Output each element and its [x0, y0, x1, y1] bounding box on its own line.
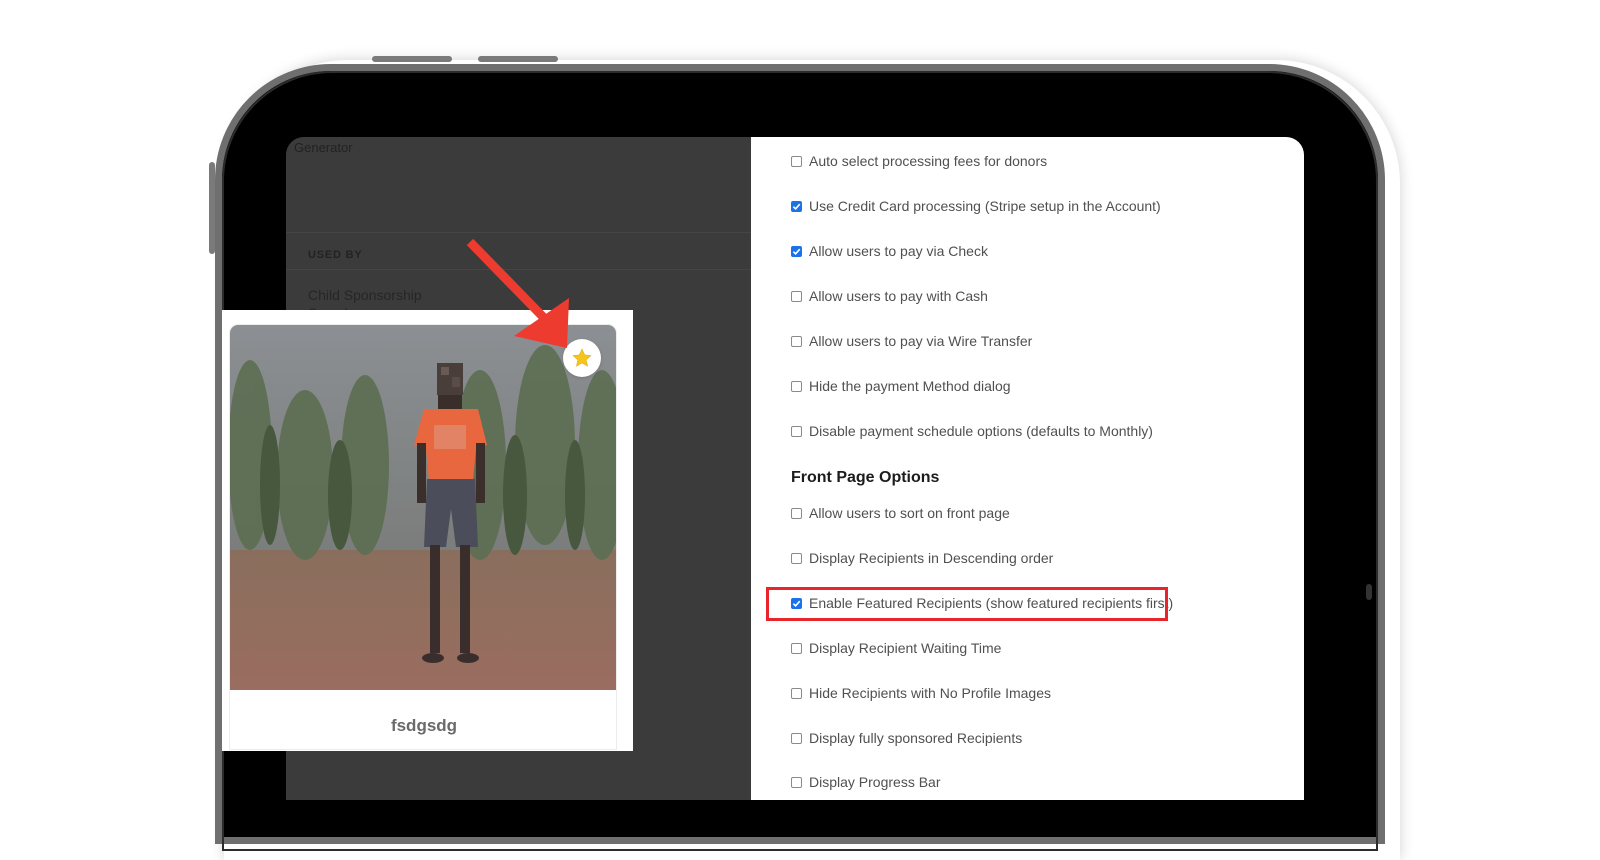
volume-button [372, 56, 452, 62]
used-by-label: USED BY [308, 249, 363, 261]
option-hide-no-images[interactable]: Hide Recipients with No Profile Images [791, 685, 1051, 701]
divider [286, 269, 751, 270]
option-label: Hide Recipients with No Profile Images [809, 685, 1051, 701]
checkbox[interactable] [791, 245, 802, 257]
star-icon [572, 348, 592, 367]
checkbox[interactable] [791, 380, 802, 392]
option-label: Display Recipients in Descending order [809, 550, 1054, 566]
checkbox[interactable] [791, 200, 802, 212]
checkbox[interactable] [791, 425, 802, 437]
option-fully-sponsored[interactable]: Display fully sponsored Recipients [791, 730, 1022, 746]
option-label: Display Progress Bar [809, 774, 941, 790]
settings-panel: Auto select processing fees for donors U… [751, 137, 1304, 800]
option-auto-select-fees[interactable]: Auto select processing fees for donors [791, 153, 1047, 169]
checkbox[interactable] [791, 642, 802, 654]
option-allow-sort[interactable]: Allow users to sort on front page [791, 505, 1010, 521]
side-sensor [1366, 584, 1372, 600]
checkbox[interactable] [791, 507, 802, 519]
option-wire-transfer[interactable]: Allow users to pay via Wire Transfer [791, 333, 1032, 349]
option-credit-card[interactable]: Use Credit Card processing (Stripe setup… [791, 198, 1161, 214]
option-hide-payment-dialog[interactable]: Hide the payment Method dialog [791, 378, 1011, 394]
recipient-photo [230, 325, 616, 690]
option-label: Display Recipient Waiting Time [809, 640, 1002, 656]
checkbox[interactable] [791, 290, 802, 302]
checkbox[interactable] [791, 776, 802, 788]
option-pay-check[interactable]: Allow users to pay via Check [791, 243, 988, 259]
option-label: Use Credit Card processing (Stripe setup… [809, 198, 1161, 214]
option-label: Allow users to pay via Check [809, 243, 988, 259]
option-label: Disable payment schedule options (defaul… [809, 423, 1153, 439]
checkbox[interactable] [791, 335, 802, 347]
volume-button [478, 56, 558, 62]
panel-title: Generator [294, 140, 353, 155]
option-progress-bar[interactable]: Display Progress Bar [791, 774, 941, 790]
option-label: Allow users to pay with Cash [809, 288, 988, 304]
option-label: Auto select processing fees for donors [809, 153, 1048, 169]
option-disable-schedule[interactable]: Disable payment schedule options (defaul… [791, 423, 1153, 439]
checkbox[interactable] [791, 732, 802, 744]
option-label: Allow users to sort on front page [809, 505, 1010, 521]
featured-badge[interactable] [563, 339, 601, 377]
highlight-box [766, 587, 1168, 621]
section-title: Front Page Options [791, 469, 940, 486]
checkbox[interactable] [791, 155, 802, 167]
option-label: Display fully sponsored Recipients [809, 730, 1023, 746]
option-descending-order[interactable]: Display Recipients in Descending order [791, 550, 1053, 566]
option-pay-cash[interactable]: Allow users to pay with Cash [791, 288, 988, 304]
divider [286, 232, 751, 233]
option-label: Allow users to pay via Wire Transfer [809, 333, 1033, 349]
recipient-name[interactable]: fsdgsdg [230, 716, 616, 736]
option-label: Hide the payment Method dialog [809, 378, 1011, 394]
checkbox[interactable] [791, 552, 802, 564]
option-waiting-time[interactable]: Display Recipient Waiting Time [791, 640, 1001, 656]
recipient-card[interactable]: fsdgsdg [229, 324, 617, 750]
checkbox[interactable] [791, 687, 802, 699]
